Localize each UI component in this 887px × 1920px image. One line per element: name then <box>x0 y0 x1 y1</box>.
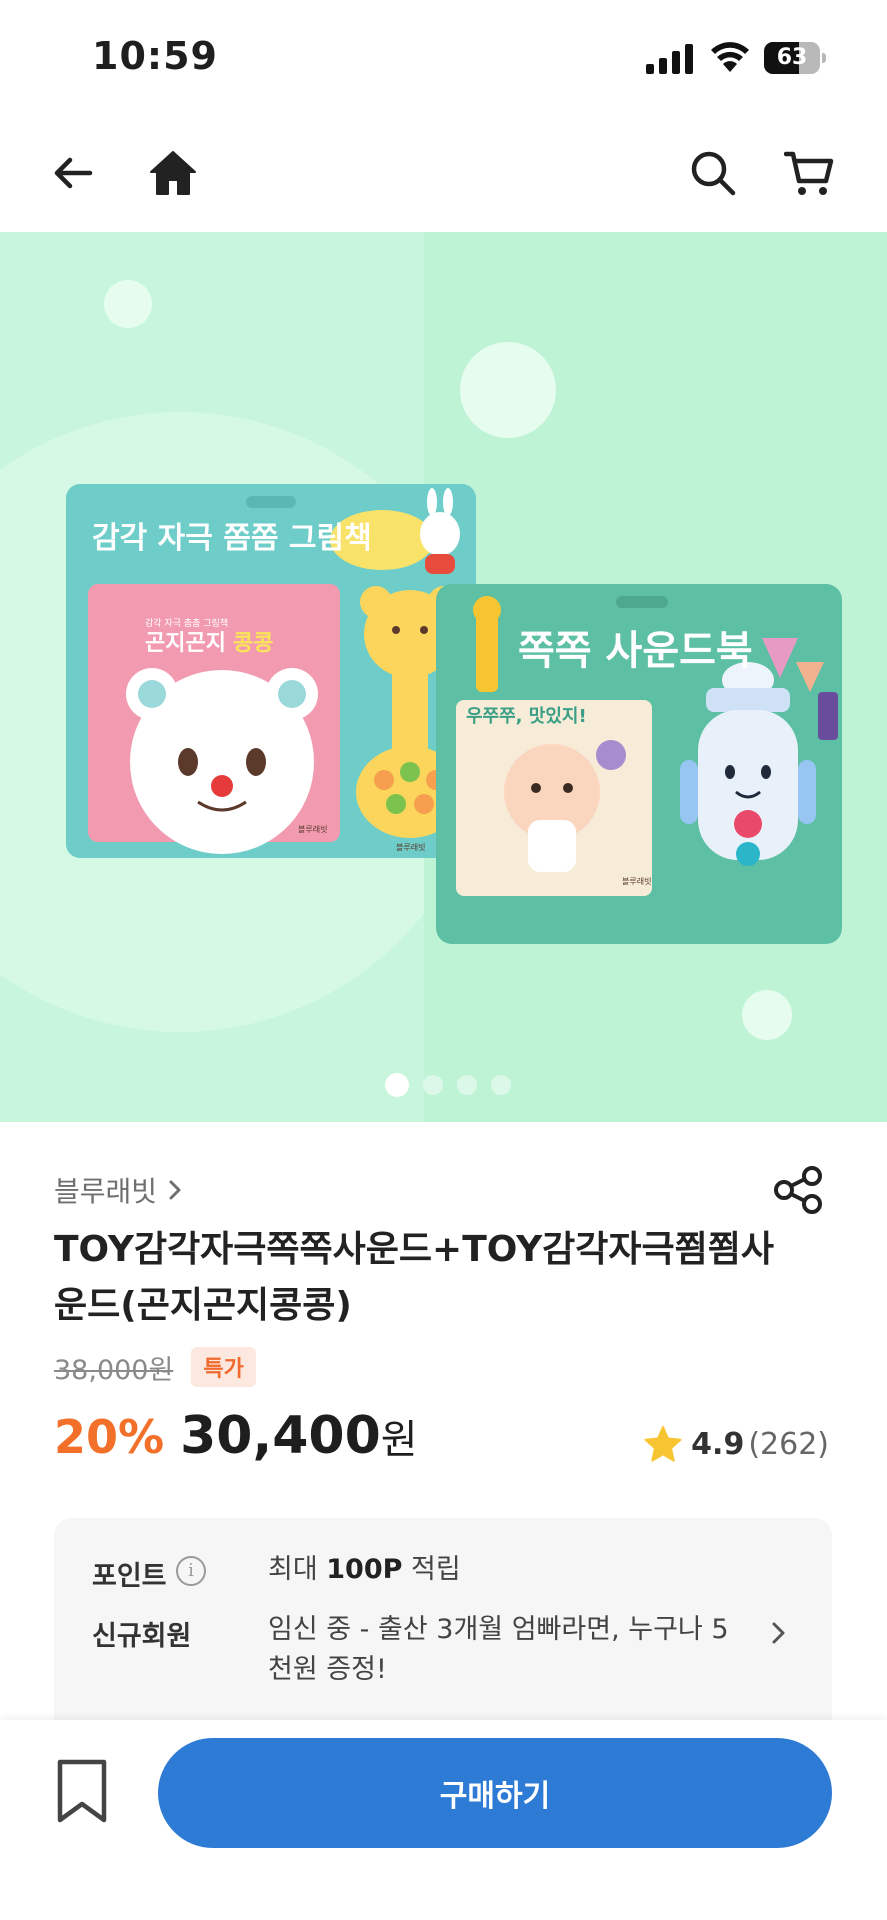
carousel-indicator <box>0 1070 887 1100</box>
sale-price-row: 20% 30,400 원 <box>54 1406 418 1476</box>
book1-cover-title-accent: 콩콩 <box>233 631 273 656</box>
price-unit: 원 <box>380 1417 418 1463</box>
book1-title: 감각 자극 쫌쫌 그림책 <box>92 521 372 556</box>
sale-price: 30,400 <box>180 1406 381 1466</box>
carousel-dot[interactable] <box>457 1075 477 1095</box>
brand-link[interactable]: 블루래빗 <box>54 1168 183 1212</box>
battery-icon: 63 <box>764 42 826 74</box>
battery-percent: 63 <box>776 45 808 70</box>
info-icon[interactable]: i <box>176 1556 206 1586</box>
review-count: (262) <box>748 1426 829 1462</box>
product-image: 감각 자극 쫌쫌 그림책 감각 자극 촘촘 그림책 곤지곤지 콩콩 블루래빗 블… <box>66 484 842 944</box>
discount-rate: 20% <box>54 1410 165 1464</box>
book2-cover-title: 우쭈쭈, 맛있지! <box>466 706 587 727</box>
carousel-dot[interactable] <box>423 1075 443 1095</box>
product-title: TOY감각자극쪽쪽사운드+TOY감각자극쬠쬠사운드(곤지곤지콩콩) <box>54 1229 774 1326</box>
wifi-icon <box>711 42 749 72</box>
chevron-right-icon[interactable] <box>766 1618 792 1648</box>
cart-button[interactable] <box>778 142 840 204</box>
status-time: 10:59 <box>92 34 218 78</box>
original-price: 38,000원 <box>54 1354 174 1386</box>
home-button[interactable] <box>142 142 204 204</box>
bookmark-icon[interactable] <box>52 1756 112 1826</box>
book1-toy-publisher: 블루래빗 <box>396 842 425 852</box>
top-navigation <box>0 118 887 232</box>
signal-icon <box>646 44 693 74</box>
search-button[interactable] <box>682 142 744 204</box>
book2-publisher: 블루래빗 <box>622 876 651 886</box>
home-icon <box>150 151 196 195</box>
rating-score: 4.9 <box>691 1426 745 1462</box>
special-badge: 특가 <box>191 1347 256 1387</box>
carousel-dot[interactable] <box>385 1073 409 1097</box>
newmember-label: 신규회원 <box>92 1621 192 1652</box>
search-icon <box>691 151 736 196</box>
status-bar: 10:59 63 <box>0 0 887 118</box>
arrow-left-icon <box>54 157 93 189</box>
bottom-action-bar: 구매하기 <box>0 1720 887 1920</box>
original-price-row: 38,000원 특가 <box>54 1346 256 1388</box>
rating[interactable]: 4.9 (262) <box>643 1420 829 1468</box>
benefits-box: 포인트 i 최대 100P 적립 신규회원 임신 중 - 출산 3개월 엄빠라면… <box>54 1518 832 1738</box>
brand-name: 블루래빗 <box>54 1175 158 1208</box>
buy-button[interactable]: 구매하기 <box>158 1738 832 1848</box>
point-label: 포인트 <box>92 1561 167 1592</box>
share-icon[interactable] <box>772 1164 824 1216</box>
book1-cover-title: 곤지곤지 <box>145 631 226 656</box>
back-button[interactable] <box>42 142 104 204</box>
book2-title: 쪽쪽 사운드북 <box>518 628 753 674</box>
product-image-carousel[interactable]: 감각 자극 쫌쫌 그림책 감각 자극 촘촘 그림책 곤지곤지 콩콩 블루래빗 블… <box>0 232 887 1122</box>
star-icon <box>644 1426 682 1462</box>
book1-publisher: 블루래빗 <box>298 824 327 834</box>
chevron-right-icon <box>169 1180 181 1200</box>
book1-subtitle: 감각 자극 촘촘 그림책 <box>145 617 228 629</box>
carousel-dot[interactable] <box>491 1075 511 1095</box>
newmember-text[interactable]: 임신 중 - 출산 3개월 엄빠라면, 누구나 5천원 증정! <box>268 1610 748 1690</box>
cart-icon <box>784 151 834 195</box>
point-text: 최대 100P 적립 <box>268 1554 461 1585</box>
